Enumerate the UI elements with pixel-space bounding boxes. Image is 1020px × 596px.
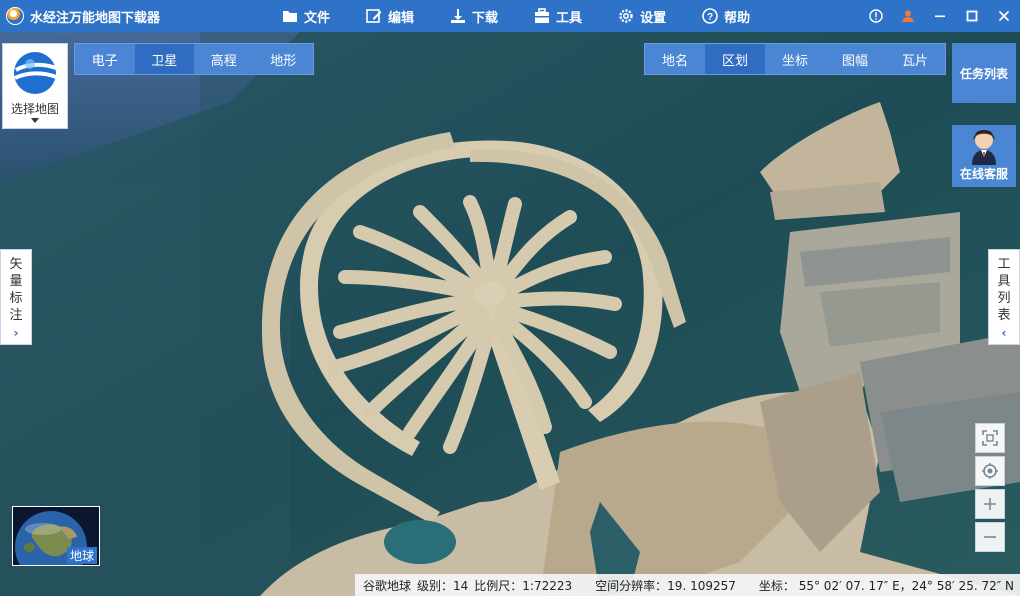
tools-list-label: 工具列表 — [997, 257, 1011, 323]
title-bar: 水经注万能地图下载器 文件 编辑 下载 工具 设置 ? 帮助 — [0, 0, 1020, 32]
info-icon — [869, 9, 883, 23]
status-source: 谷歌地球 — [363, 578, 412, 593]
fullscreen-button[interactable] — [975, 423, 1005, 453]
status-coordinates: 坐标： 55° 02′ 07. 17″ E，24° 58′ 25. 72″ N — [758, 578, 1014, 593]
customer-service-label: 在线客服 — [959, 167, 1008, 181]
help-icon: ? — [702, 8, 718, 24]
earth-label: 地球 — [66, 547, 97, 564]
overlay-tabs: 地名 区划 坐标 图幅 瓦片 — [644, 43, 946, 75]
tab-tiles[interactable]: 瓦片 — [885, 44, 945, 74]
tools-list-tab[interactable]: 工具列表 ‹ — [988, 249, 1020, 345]
status-level: 级别：14 — [417, 578, 469, 593]
task-list-button[interactable]: 任务列表 — [952, 43, 1016, 103]
menu-edit-label: 编辑 — [388, 10, 415, 26]
user-button[interactable] — [892, 0, 924, 32]
status-bar: 谷歌地球 级别：14 比例尺：1:72223 空间分辨率：19. 109257 … — [355, 574, 1020, 596]
svg-text:?: ? — [707, 12, 713, 23]
zoom-out-button[interactable] — [975, 522, 1005, 552]
select-map-label: 选择地图 — [10, 102, 59, 116]
tab-divisions[interactable]: 区划 — [705, 44, 765, 74]
map-type-tabs: 电子 卫星 高程 地形 — [74, 43, 314, 75]
menu-tools[interactable]: 工具 — [534, 7, 582, 26]
locate-icon — [982, 463, 998, 479]
menu-settings[interactable]: 设置 — [618, 7, 666, 26]
earth-view-button[interactable]: 地球 — [12, 506, 100, 566]
vector-labels-tab[interactable]: 矢量标注 › — [0, 249, 32, 345]
info-button[interactable] — [860, 0, 892, 32]
close-icon — [998, 10, 1010, 22]
tab-elevation[interactable]: 高程 — [194, 44, 254, 74]
map-imagery — [0, 32, 1020, 596]
tab-map-sheet[interactable]: 图幅 — [825, 44, 885, 74]
menu-tools-label: 工具 — [556, 10, 583, 26]
edit-icon — [366, 9, 382, 23]
chevron-down-icon — [31, 118, 39, 123]
vector-labels-label: 矢量标注 — [9, 257, 23, 323]
user-icon — [902, 10, 914, 22]
menu-file[interactable]: 文件 — [282, 7, 330, 26]
status-scale: 比例尺：1:72223 — [474, 578, 573, 593]
chevron-right-icon: › — [13, 326, 19, 340]
menu-help-label: 帮助 — [724, 10, 751, 26]
folder-icon — [283, 11, 297, 22]
status-resolution: 空间分辨率：19. 109257 — [595, 578, 736, 593]
locate-button[interactable] — [975, 456, 1005, 486]
download-icon — [451, 9, 466, 23]
plus-icon — [984, 498, 996, 510]
customer-service-button[interactable]: 在线客服 — [952, 125, 1016, 187]
tab-satellite[interactable]: 卫星 — [134, 44, 194, 74]
fullscreen-icon — [982, 430, 998, 446]
maximize-icon — [966, 10, 978, 22]
task-list-label: 任务列表 — [959, 66, 1008, 81]
menu-file-label: 文件 — [304, 10, 331, 26]
customer-service-avatar-icon — [972, 130, 996, 165]
tab-terrain[interactable]: 地形 — [254, 44, 314, 74]
zoom-in-button[interactable] — [975, 489, 1005, 519]
tab-placenames[interactable]: 地名 — [645, 44, 705, 74]
menu-download-label: 下载 — [472, 10, 499, 26]
tab-electronic[interactable]: 电子 — [75, 44, 135, 74]
app-title: 水经注万能地图下载器 — [30, 10, 161, 26]
menu-download[interactable]: 下载 — [450, 7, 498, 26]
minus-icon — [984, 536, 996, 538]
menu-help[interactable]: ? 帮助 — [702, 7, 750, 26]
tab-coordinates[interactable]: 坐标 — [765, 44, 825, 74]
minimize-button[interactable] — [924, 0, 956, 32]
satellite-map[interactable] — [0, 32, 1020, 596]
window-controls — [860, 0, 1020, 32]
toolbox-icon — [535, 8, 550, 23]
menu-bar: 文件 编辑 下载 工具 设置 ? 帮助 — [282, 0, 786, 32]
maximize-button[interactable] — [956, 0, 988, 32]
menu-settings-label: 设置 — [640, 10, 667, 26]
app-logo-icon — [6, 7, 24, 25]
minimize-icon — [935, 15, 945, 18]
menu-edit[interactable]: 编辑 — [366, 7, 414, 26]
globe-logo-icon — [14, 52, 57, 94]
gear-icon — [619, 9, 633, 23]
map-controls — [975, 423, 1005, 555]
chevron-left-icon: ‹ — [1001, 326, 1007, 340]
select-map-button[interactable]: 选择地图 — [2, 43, 68, 129]
close-button[interactable] — [988, 0, 1020, 32]
